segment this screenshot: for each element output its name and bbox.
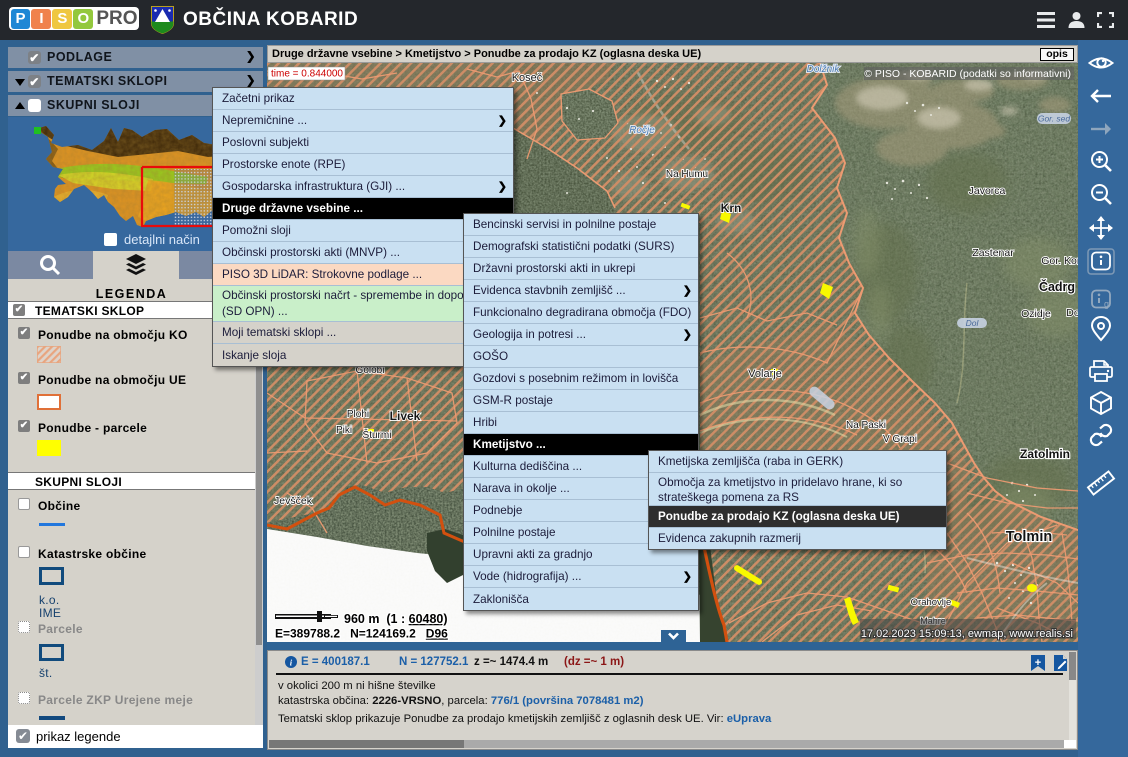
svg-text:Tolmin: Tolmin bbox=[1006, 529, 1052, 545]
svg-text:Ročje: Ročje bbox=[629, 125, 655, 136]
svg-text:Ozidje: Ozidje bbox=[1021, 308, 1051, 320]
svg-text:g: g bbox=[1104, 299, 1109, 309]
svg-text:Do: Do bbox=[1066, 307, 1078, 319]
svg-text:Dolžnik: Dolžnik bbox=[807, 64, 841, 75]
svg-text:Dol: Dol bbox=[966, 318, 980, 328]
svg-text:Zatolmin: Zatolmin bbox=[1020, 447, 1070, 461]
svg-text:Čadrg: Čadrg bbox=[1039, 279, 1075, 294]
svg-text:Koseč: Koseč bbox=[512, 72, 543, 84]
svg-text:Jevšček: Jevšček bbox=[274, 495, 313, 507]
svg-text:Orahovlje: Orahovlje bbox=[911, 597, 952, 608]
svg-text:+: + bbox=[1035, 657, 1041, 669]
svg-text:Plohi: Plohi bbox=[347, 409, 369, 420]
svg-text:Piki: Piki bbox=[336, 425, 352, 436]
svg-text:E=389788.2 N=124169.2 D96: E=389788.2 N=124169.2 D96 bbox=[275, 627, 448, 641]
svg-text:Krn: Krn bbox=[721, 201, 742, 215]
svg-text:Gor. Kon: Gor. Kon bbox=[1041, 255, 1078, 267]
svg-text:Livek: Livek bbox=[390, 409, 421, 423]
svg-text:Na Paski: Na Paski bbox=[846, 420, 886, 431]
svg-text:© PISO - KOBARID (podatki so i: © PISO - KOBARID (podatki so informativn… bbox=[864, 68, 1071, 80]
svg-text:V Grapi: V Grapi bbox=[883, 434, 917, 445]
svg-text:Šturmi: Šturmi bbox=[363, 428, 392, 441]
svg-text:Volarje: Volarje bbox=[748, 368, 782, 380]
svg-text:17.02.2023 15:09:13, ewmap, ww: 17.02.2023 15:09:13, ewmap, www.realis.s… bbox=[861, 628, 1073, 640]
svg-text:time = 0.844000: time = 0.844000 bbox=[271, 69, 343, 80]
svg-text:Zastenar: Zastenar bbox=[972, 247, 1014, 259]
svg-text:Javorca: Javorca bbox=[969, 185, 1006, 197]
svg-text:Gor. sed: Gor. sed bbox=[1038, 114, 1071, 124]
svg-text:Na Humu: Na Humu bbox=[666, 169, 708, 180]
svg-text:960 m (1 : 60480): 960 m (1 : 60480) bbox=[344, 612, 448, 626]
